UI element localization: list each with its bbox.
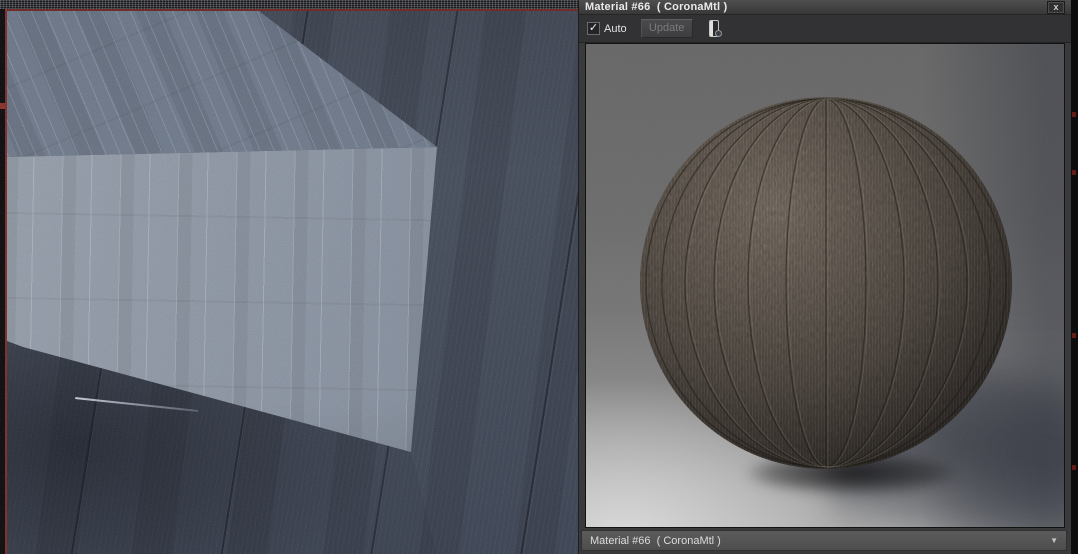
edge-red-mark [1072, 112, 1076, 117]
edge-red-mark [1072, 465, 1076, 470]
unrendered-noise-strip [0, 0, 578, 9]
checkmark-icon: ✓ [588, 22, 599, 34]
screen-edge-strip [1071, 0, 1078, 554]
material-selector-value: Material #66 ( CoronaMtl ) [590, 534, 721, 547]
render-region-tick [0, 103, 5, 109]
auto-update-checkbox[interactable]: ✓ [587, 22, 600, 35]
preview-settings-icon[interactable] [708, 20, 722, 37]
material-preview-window: Material #66 ( CoronaMtl ) x ✓ Auto Upda… [578, 0, 1071, 554]
gear-icon [714, 30, 722, 37]
material-preview-scene[interactable] [586, 44, 1064, 527]
close-icon[interactable]: x [1047, 0, 1065, 14]
update-button[interactable]: Update [640, 19, 693, 38]
edge-red-mark [1072, 170, 1076, 175]
material-selector-dropdown[interactable]: Material #66 ( CoronaMtl ) ▼ [581, 530, 1067, 551]
window-title-bar[interactable]: Material #66 ( CoronaMtl ) x [579, 0, 1071, 15]
window-title: Material #66 ( CoronaMtl ) [585, 1, 728, 13]
chevron-down-icon[interactable]: ▼ [1050, 536, 1058, 545]
viewport-render[interactable] [0, 0, 578, 554]
edge-red-mark [1072, 333, 1076, 338]
auto-checkbox-label[interactable]: Auto [604, 23, 627, 35]
render-region-border-left [5, 9, 7, 554]
viewport-scene [7, 11, 578, 554]
material-sphere-preview [640, 97, 1012, 469]
preview-frame [585, 43, 1065, 528]
render-region-border-top [5, 9, 578, 11]
preview-toolbar: ✓ Auto Update [579, 15, 1071, 43]
